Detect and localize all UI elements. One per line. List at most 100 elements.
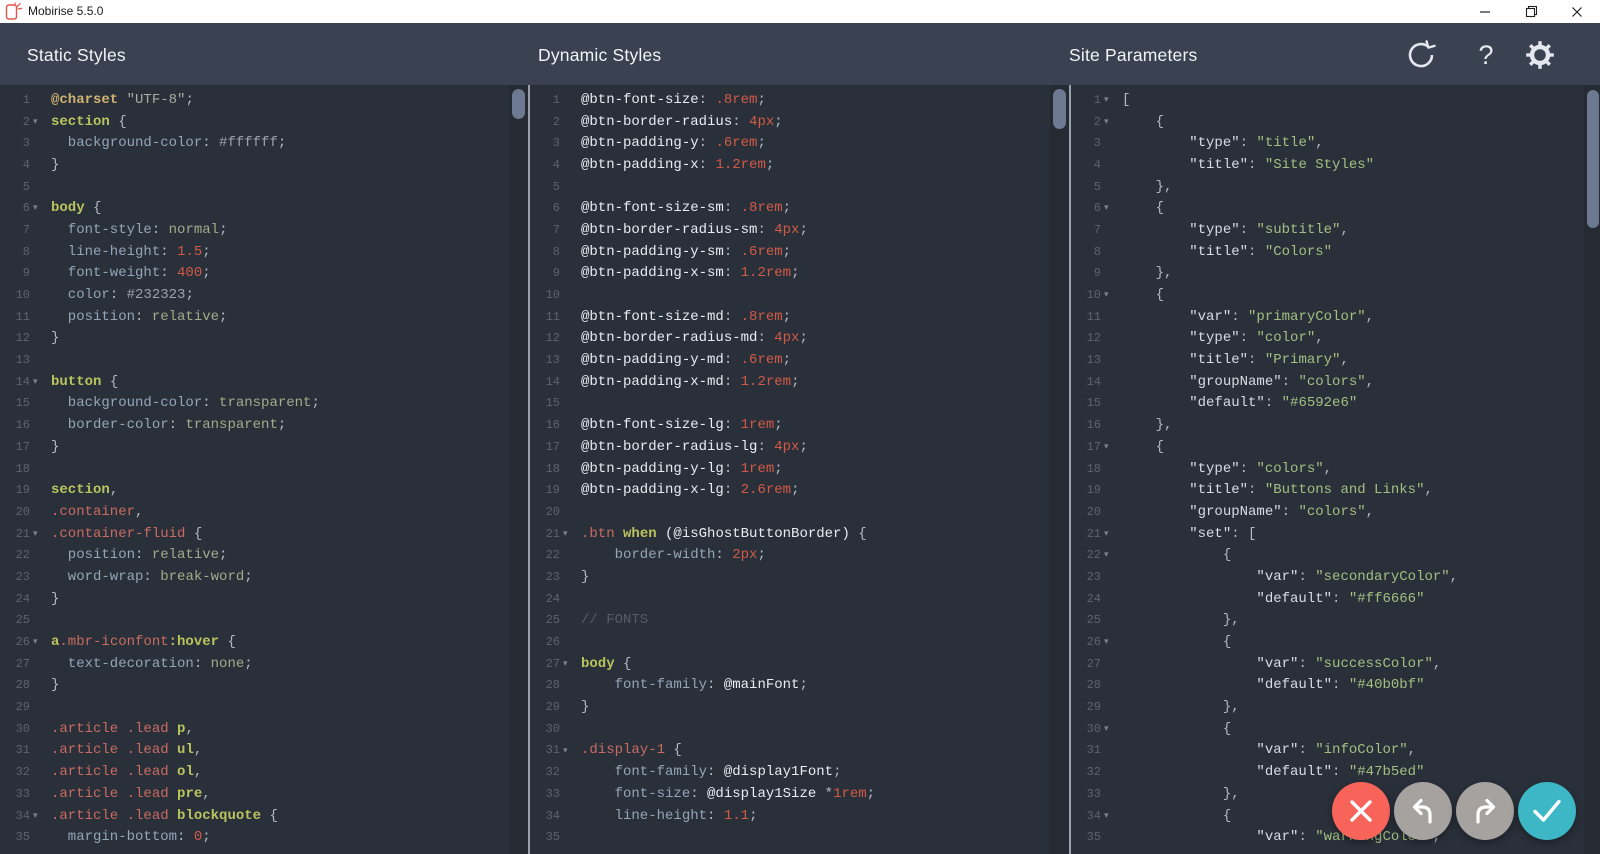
line-number: 13	[15, 353, 30, 368]
fold-arrow-icon[interactable]: ▾	[1101, 523, 1122, 545]
undo-button[interactable]	[1394, 782, 1452, 840]
line-number: 10	[1086, 288, 1101, 303]
line-number: 23	[545, 569, 560, 584]
code-line: 23 word-wrap: break-word;	[0, 566, 528, 588]
static-styles-code-editor[interactable]: 1 @charset "UTF-8"; 2 ▾ section {3 backgroun…	[0, 85, 528, 854]
help-button[interactable]: ?	[1469, 38, 1503, 72]
code-line: 15	[530, 393, 1069, 415]
apply-button[interactable]	[1518, 782, 1576, 840]
line-number: 13	[1086, 353, 1101, 368]
code-text: .container,	[51, 503, 144, 520]
code-line: 1 @charset "UTF-8";	[0, 89, 528, 111]
fold-arrow-icon[interactable]: ▾	[1101, 436, 1122, 458]
line-number: 27	[1086, 656, 1101, 671]
line-number: 29	[1086, 700, 1101, 715]
line-number: 34	[15, 808, 30, 823]
code-text: "type": "title",	[1122, 135, 1324, 152]
settings-button[interactable]	[1523, 38, 1557, 72]
code-text: text-decoration: none;	[51, 655, 253, 672]
minimize-button[interactable]	[1462, 0, 1508, 23]
line-number: 2	[1093, 114, 1101, 129]
line-number: 24	[1086, 591, 1101, 606]
fold-arrow-icon[interactable]: ▾	[1101, 631, 1122, 653]
redo-button[interactable]	[1456, 782, 1514, 840]
fold-arrow-icon[interactable]: ▾	[1101, 111, 1122, 133]
mobirise-logo-icon	[5, 2, 23, 21]
code-line: 22 border-width: 2px;	[530, 544, 1069, 566]
code-text: "set": [	[1122, 525, 1257, 542]
line-number: 24	[545, 591, 560, 606]
code-line: 25	[0, 610, 528, 632]
code-line: 5	[530, 176, 1069, 198]
code-line: 10	[530, 284, 1069, 306]
line-number: 10	[15, 288, 30, 303]
line-number: 30	[1086, 721, 1101, 736]
code-text: font-style: normal;	[51, 221, 228, 238]
code-text: // FONTS	[581, 612, 649, 629]
scrollbar-static-styles[interactable]	[509, 85, 528, 854]
code-text: position: relative;	[51, 547, 228, 564]
code-line: 30	[530, 718, 1069, 740]
fold-arrow-icon[interactable]: ▾	[30, 805, 51, 827]
dynamic-styles-code-editor[interactable]: 1 @btn-font-size: .8rem; 2 @btn-border-radi…	[530, 85, 1069, 854]
fold-arrow-icon[interactable]: ▾	[1101, 718, 1122, 740]
code-line: 8 @btn-padding-y-sm: .6rem;	[530, 241, 1069, 263]
code-line: 3 "type": "title",	[1071, 132, 1600, 154]
fold-arrow-icon[interactable]: ▾	[560, 523, 581, 545]
refresh-button[interactable]	[1404, 38, 1438, 72]
scrollbar-dynamic-styles[interactable]	[1050, 85, 1069, 854]
code-text: border-color: transparent;	[51, 417, 287, 434]
maximize-button[interactable]	[1508, 0, 1554, 23]
scrollbar-thumb[interactable]	[1587, 90, 1599, 228]
fold-arrow-icon[interactable]: ▾	[560, 740, 581, 762]
close-button[interactable]	[1554, 0, 1600, 23]
code-line: 6 @btn-font-size-sm: .8rem;	[530, 197, 1069, 219]
line-number: 18	[545, 461, 560, 476]
code-text: margin-bottom: 0;	[51, 829, 211, 846]
fold-arrow-icon[interactable]: ▾	[1101, 89, 1122, 111]
code-line: 24}	[0, 588, 528, 610]
line-number: 34	[1086, 808, 1101, 823]
code-text: }	[581, 699, 590, 716]
code-line: 32 .article .lead ol,	[0, 761, 528, 783]
code-line: 4}	[0, 154, 528, 176]
site-parameters-code-editor[interactable]: 1 ▾[2 ▾ {3 "type": "title", 4 "title": "Sit…	[1071, 85, 1600, 854]
fold-arrow-icon[interactable]: ▾	[30, 111, 51, 133]
panel-divider	[1069, 85, 1071, 854]
line-number: 25	[545, 613, 560, 628]
code-text: }	[51, 156, 60, 173]
fold-arrow-icon[interactable]: ▾	[30, 197, 51, 219]
code-text: .article .lead p,	[51, 720, 194, 737]
line-number: 3	[22, 136, 30, 151]
fold-arrow-icon[interactable]: ▾	[30, 631, 51, 653]
code-text: },	[1122, 612, 1240, 629]
line-number: 26	[545, 635, 560, 650]
fold-arrow-icon[interactable]: ▾	[30, 371, 51, 393]
scrollbar-thumb[interactable]	[512, 89, 525, 119]
fold-arrow-icon[interactable]: ▾	[1101, 197, 1122, 219]
code-text: @btn-border-radius-lg: 4px;	[581, 438, 808, 455]
line-number: 8	[1093, 244, 1101, 259]
line-number: 15	[1086, 396, 1101, 411]
code-text: @btn-font-size-lg: 1rem;	[581, 417, 783, 434]
fold-arrow-icon[interactable]: ▾	[560, 653, 581, 675]
fold-arrow-icon[interactable]: ▾	[1101, 805, 1122, 827]
line-number: 22	[15, 548, 30, 563]
line-number: 15	[545, 396, 560, 411]
line-number: 14	[1086, 374, 1101, 389]
line-number: 21	[1086, 526, 1101, 541]
line-number: 20	[15, 504, 30, 519]
code-line: 11 "var": "primaryColor",	[1071, 306, 1600, 328]
panel-title-dynamic-styles: Dynamic Styles	[538, 45, 662, 65]
code-text: section,	[51, 482, 119, 499]
scrollbar-thumb[interactable]	[1053, 89, 1066, 129]
code-line: 15 "default": "#6592e6"	[1071, 393, 1600, 415]
cancel-button[interactable]	[1332, 782, 1390, 840]
fold-arrow-icon[interactable]: ▾	[30, 523, 51, 545]
line-number: 15	[15, 396, 30, 411]
line-number: 21	[545, 526, 560, 541]
code-line: 35	[530, 826, 1069, 848]
code-line: 18 "type": "colors",	[1071, 458, 1600, 480]
fold-arrow-icon[interactable]: ▾	[1101, 284, 1122, 306]
fold-arrow-icon[interactable]: ▾	[1101, 544, 1122, 566]
